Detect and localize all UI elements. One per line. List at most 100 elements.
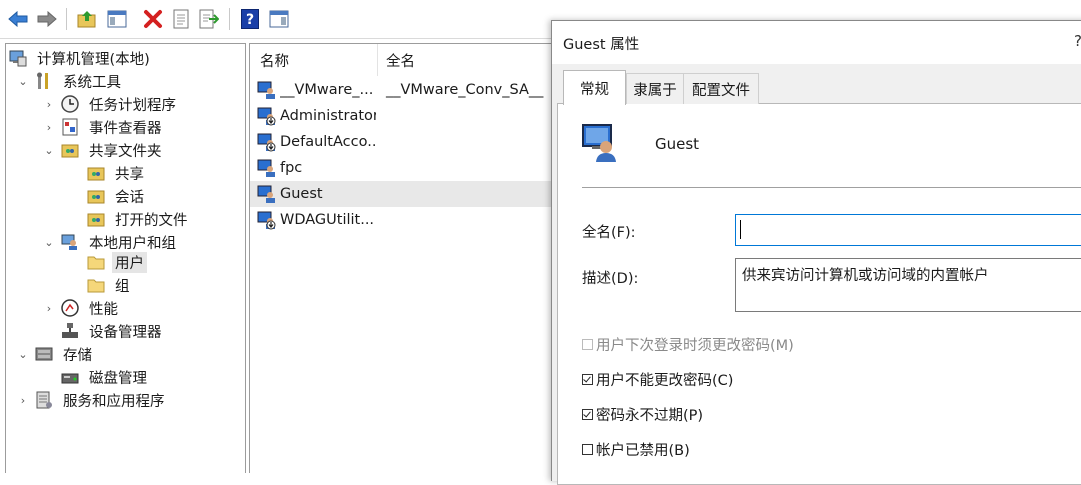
- tab-general[interactable]: 常规: [563, 70, 626, 105]
- account-disabled-checkbox[interactable]: 帐户已禁用(B): [582, 439, 690, 460]
- list-item[interactable]: Administrator: [250, 103, 553, 129]
- column-header-fullname[interactable]: 全名: [386, 50, 415, 71]
- chevron-down-icon[interactable]: ⌄: [42, 144, 56, 157]
- tree-item-sessions[interactable]: 会话: [86, 185, 147, 207]
- disk-management-icon: [60, 367, 80, 387]
- tree-item-shared-folders[interactable]: ⌄ 共享文件夹: [42, 139, 165, 161]
- event-viewer-icon: [60, 117, 80, 137]
- tree-item-event-viewer[interactable]: › 事件查看器: [42, 116, 165, 138]
- up-folder-icon: [77, 11, 96, 28]
- dialog-title: Guest 属性: [563, 37, 640, 53]
- tree-item-open-files[interactable]: 打开的文件: [86, 208, 191, 230]
- tree-item-label: 共享文件夹: [89, 143, 162, 160]
- chevron-right-icon[interactable]: ›: [42, 302, 56, 315]
- tree-item-label: 性能: [89, 301, 118, 318]
- column-header-name[interactable]: 名称: [260, 50, 289, 71]
- list-item[interactable]: WDAGUtilit...: [250, 207, 553, 233]
- tree-item-local-users-groups[interactable]: ⌄ 本地用户和组: [42, 231, 179, 253]
- chevron-down-icon[interactable]: ⌄: [16, 348, 30, 361]
- show-hide-tree-icon: [107, 10, 127, 28]
- tree-item-label: 磁盘管理: [89, 370, 147, 387]
- shared-folders-icon: [60, 140, 80, 160]
- export-list-icon: [199, 9, 219, 29]
- user-name-cell: Guest: [280, 186, 323, 202]
- user-name-cell: WDAGUtilit...: [280, 212, 375, 228]
- must-change-password-checkbox: 用户下次登录时须更改密码(M): [582, 334, 794, 355]
- column-divider[interactable]: [377, 44, 378, 76]
- user-avatar-icon: [582, 124, 616, 162]
- tree-item-label: 用户: [112, 251, 147, 273]
- export-list-button[interactable]: [198, 8, 220, 30]
- folder-icon: [86, 252, 106, 272]
- delete-button[interactable]: [142, 8, 164, 30]
- tree-item-label: 设备管理器: [89, 324, 162, 341]
- performance-icon: [60, 298, 80, 318]
- description-label: 描述(D):: [582, 271, 639, 287]
- storage-icon: [34, 344, 54, 364]
- tab-profile[interactable]: 配置文件: [683, 73, 759, 104]
- user-icon: [257, 81, 275, 99]
- tree-item-computer-management[interactable]: 计算机管理(本地): [8, 47, 153, 69]
- tree-item-disk-management[interactable]: 磁盘管理: [60, 366, 150, 388]
- dialog-title-bar[interactable]: Guest 属性 ?: [552, 21, 1081, 64]
- cannot-change-password-checkbox[interactable]: 用户不能更改密码(C): [582, 369, 733, 390]
- open-files-icon: [86, 209, 106, 229]
- list-item[interactable]: Guest: [250, 181, 553, 207]
- checkbox-box: [582, 339, 593, 350]
- tree-item-label: 会话: [115, 189, 144, 206]
- device-manager-icon: [60, 321, 80, 341]
- fullname-input[interactable]: [735, 214, 1081, 246]
- services-apps-icon: [34, 390, 54, 410]
- list-item[interactable]: DefaultAcco...: [250, 129, 553, 155]
- user-name-cell: DefaultAcco...: [280, 134, 376, 150]
- checkbox-box[interactable]: [582, 374, 593, 385]
- user-name-heading: Guest: [655, 135, 700, 153]
- chevron-right-icon[interactable]: ›: [16, 394, 30, 407]
- tree-item-performance[interactable]: › 性能: [42, 297, 121, 319]
- delete-icon: [144, 10, 162, 28]
- local-users-groups-icon: [60, 232, 80, 252]
- tree-item-label: 服务和应用程序: [63, 393, 165, 410]
- tree-item-label: 共享: [115, 166, 144, 183]
- tree-item-system-tools[interactable]: ⌄ 系统工具: [16, 70, 124, 92]
- tree-item-label: 任务计划程序: [89, 97, 176, 114]
- tree-item-groups[interactable]: 组: [86, 274, 133, 296]
- checkbox-box[interactable]: [582, 409, 593, 420]
- chevron-down-icon[interactable]: ⌄: [42, 236, 56, 249]
- fullname-label: 全名(F):: [582, 225, 636, 241]
- help-button[interactable]: ?: [1074, 32, 1081, 50]
- back-button[interactable]: [7, 8, 29, 30]
- forward-button[interactable]: [36, 8, 58, 30]
- list-item[interactable]: fpc: [250, 155, 553, 181]
- chevron-down-icon[interactable]: ⌄: [16, 75, 30, 88]
- console-tree: 计算机管理(本地) ⌄ 系统工具 › 任务计划程序 › 事件查看器 ⌄ 共享文件…: [5, 43, 246, 473]
- checkbox-box[interactable]: [582, 444, 593, 455]
- show-hide-tree-button[interactable]: [106, 8, 128, 30]
- help-button[interactable]: ?: [239, 8, 261, 30]
- user-name-cell: __VMware_...: [280, 82, 374, 98]
- password-never-expires-checkbox[interactable]: 密码永不过期(P): [582, 404, 703, 425]
- user-name-cell: Administrator: [280, 108, 376, 124]
- system-tools-icon: [34, 71, 54, 91]
- chevron-right-icon[interactable]: ›: [42, 98, 56, 111]
- show-action-pane-button[interactable]: [268, 8, 290, 30]
- back-icon: [8, 11, 28, 27]
- up-folder-button[interactable]: [76, 8, 98, 30]
- tree-item-shares[interactable]: 共享: [86, 162, 147, 184]
- tree-item-device-manager[interactable]: 设备管理器: [60, 320, 165, 342]
- list-item[interactable]: __VMware_... __VMware_Conv_SA__: [250, 77, 553, 103]
- description-input[interactable]: 供来宾访问计算机或访问域的内置帐户: [735, 258, 1081, 312]
- tree-item-services-apps[interactable]: › 服务和应用程序: [16, 389, 168, 411]
- toolbar-separator: [66, 8, 67, 30]
- properties-button[interactable]: [170, 8, 192, 30]
- tab-member-of[interactable]: 隶属于: [626, 73, 684, 104]
- tree-item-storage[interactable]: ⌄ 存储: [16, 343, 95, 365]
- disabled-user-icon: [257, 133, 276, 152]
- toolbar-separator: [229, 8, 230, 30]
- tree-item-label: 系统工具: [63, 74, 121, 91]
- computer-management-icon: [8, 48, 28, 68]
- tree-item-users[interactable]: 用户: [86, 251, 147, 273]
- chevron-right-icon[interactable]: ›: [42, 121, 56, 134]
- properties-icon: [173, 9, 189, 29]
- tree-item-task-scheduler[interactable]: › 任务计划程序: [42, 93, 179, 115]
